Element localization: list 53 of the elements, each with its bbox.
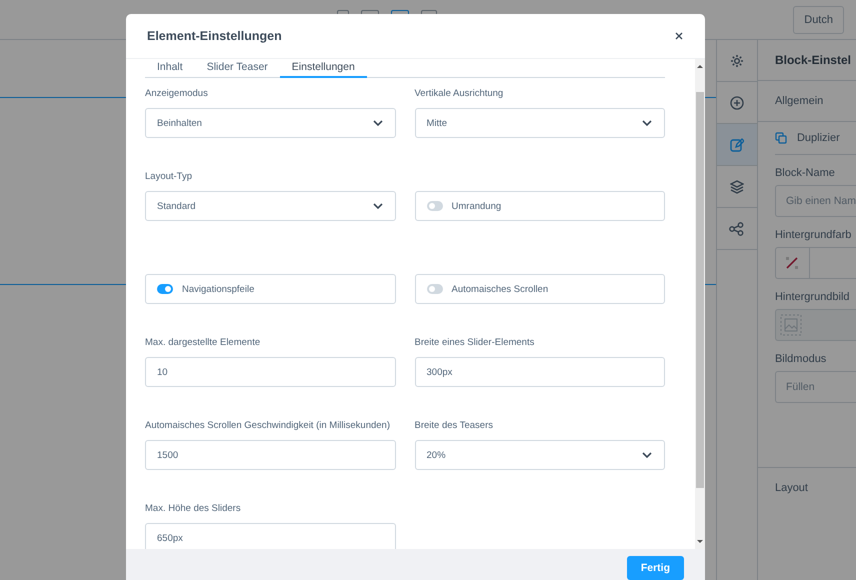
toggle-switch[interactable] xyxy=(426,201,442,211)
field-label: Block-Name xyxy=(774,167,836,179)
field-label: Hintergrundfarb xyxy=(774,229,852,241)
sidebar-tab[interactable] xyxy=(716,124,757,166)
toggle-switch[interactable] xyxy=(157,284,173,294)
image-picker[interactable] xyxy=(774,309,856,341)
input-field[interactable]: 1500 xyxy=(145,440,396,470)
color-picker[interactable] xyxy=(774,247,856,279)
field-label: Max. Höhe des Sliders xyxy=(145,503,242,516)
input-field[interactable]: 650px xyxy=(145,523,396,549)
panel-title: Block-Einstel xyxy=(774,53,851,67)
share-icon xyxy=(729,222,744,236)
close-icon xyxy=(675,32,683,40)
tab[interactable]: Inhalt xyxy=(145,59,195,78)
chevron-down-icon xyxy=(372,120,382,126)
input-field[interactable]: 10 xyxy=(145,357,396,387)
dropdown[interactable]: Mitte xyxy=(414,108,665,138)
language-button[interactable]: Dutch xyxy=(793,6,844,34)
tab[interactable]: Einstellungen xyxy=(280,59,367,78)
add-circle-icon xyxy=(730,96,744,110)
dropdown[interactable]: Standard xyxy=(145,191,396,221)
duplicate-link[interactable]: Duplizier xyxy=(796,132,840,144)
tab[interactable]: Slider Teaser xyxy=(194,59,280,78)
scrollbar[interactable] xyxy=(695,59,705,549)
image-icon xyxy=(780,314,802,336)
toggle-row[interactable]: Automaisches Scrollen xyxy=(414,274,665,304)
dialog-title: Element-Einstellungen xyxy=(147,29,282,43)
close-button[interactable] xyxy=(673,30,685,42)
chevron-down-icon xyxy=(642,452,652,458)
dropdown[interactable]: Beinhalten xyxy=(145,108,396,138)
toggle-row[interactable]: Umrandung xyxy=(414,191,665,221)
field-label: Breite des Teasers xyxy=(414,420,494,433)
section-heading[interactable]: Allgemein xyxy=(774,95,824,107)
layers-icon xyxy=(730,180,744,194)
dropdown[interactable]: 20% xyxy=(414,440,665,470)
chevron-down-icon xyxy=(642,120,652,126)
toggle-switch[interactable] xyxy=(426,284,442,294)
field-label: Anzeigemodus xyxy=(145,88,209,101)
field-label: Automaisches Scrollen Geschwindigkeit (in Millisekunden) xyxy=(145,420,391,433)
section-heading[interactable]: Layout xyxy=(774,482,808,494)
duplicate-icon xyxy=(774,132,787,144)
field-label: Bildmodus xyxy=(774,353,828,365)
edit-icon xyxy=(730,138,744,152)
settings-icon xyxy=(730,54,744,68)
field-label: Hintergrundbild xyxy=(774,291,851,303)
chevron-down-icon xyxy=(372,203,382,209)
field-label: Breite eines Slider-Elements xyxy=(414,337,536,350)
toggle-row[interactable]: Navigationspfeile xyxy=(145,274,396,304)
field-label: Vertikale Ausrichtung xyxy=(414,88,504,101)
field-label: Layout-Typ xyxy=(145,171,193,184)
field-label: Max. dargestellte Elemente xyxy=(145,337,262,350)
no-color-icon xyxy=(785,256,800,270)
input-field[interactable]: 300px xyxy=(414,357,665,387)
